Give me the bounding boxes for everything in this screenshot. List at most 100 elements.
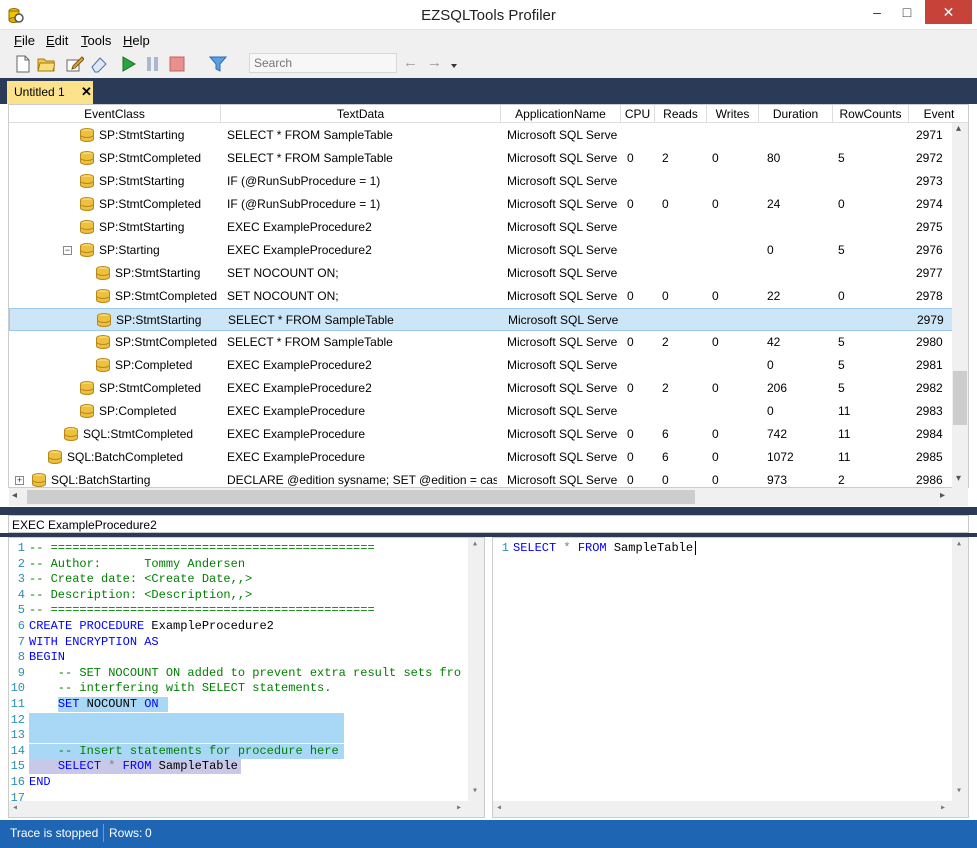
scroll-left-icon[interactable]: ◂ <box>496 802 502 814</box>
cell-reads: 0 <box>662 289 669 303</box>
cell-writes: 0 <box>712 335 719 349</box>
line-number: 5 <box>17 603 25 618</box>
left-editor-horizontal-scrollbar[interactable]: ◂ ▸ <box>9 801 484 817</box>
table-row[interactable]: SQL:StmtCompleted EXEC ExampleProcedure Mi… <box>9 423 954 446</box>
table-row[interactable]: − SP:Starting EXEC ExampleProcedure2 Micros… <box>9 239 954 262</box>
scroll-up-icon[interactable]: ▴ <box>472 538 478 550</box>
pause-icon[interactable] <box>144 55 162 73</box>
eraser-icon[interactable] <box>90 55 108 73</box>
grid-horizontal-scroll-thumb[interactable] <box>27 490 695 504</box>
cell-event: 2975 <box>916 220 943 234</box>
back-arrow-icon[interactable]: ← <box>403 54 418 71</box>
open-folder-icon[interactable] <box>37 55 55 73</box>
column-header-duration[interactable]: Duration <box>759 105 833 123</box>
left-editor-vertical-scrollbar[interactable]: ▴ ▾ <box>468 538 484 801</box>
cell-app: Microsoft SQL Serve <box>507 427 617 441</box>
scroll-right-icon[interactable]: ▸ <box>940 490 945 501</box>
stop-icon[interactable] <box>168 55 186 73</box>
table-row[interactable]: SP:Completed EXEC ExampleProcedure2 Micros… <box>9 354 954 377</box>
pane-splitter[interactable] <box>0 507 977 515</box>
cell-app: Microsoft SQL Serve <box>507 243 617 257</box>
table-row[interactable]: SP:Completed EXEC ExampleProcedure Microso… <box>9 400 954 423</box>
search-input[interactable] <box>249 53 397 73</box>
document-tab-strip: Untitled 1 ✕ <box>0 78 977 104</box>
cell-rowcounts: 5 <box>838 243 845 257</box>
code-line: -- =====================================… <box>29 603 375 618</box>
maximize-button[interactable]: □ <box>892 0 922 24</box>
grid-horizontal-scrollbar[interactable]: ◂ ▸ <box>9 488 968 506</box>
scroll-left-icon[interactable]: ◂ <box>12 490 17 501</box>
menu-help[interactable]: Help <box>123 33 150 48</box>
scroll-left-icon[interactable]: ◂ <box>12 802 18 814</box>
table-row[interactable]: SP:StmtCompleted SELECT * FROM SampleTabl… <box>9 147 954 170</box>
code-line: CREATE PROCEDURE ExampleProcedure2 <box>29 619 274 633</box>
cell-duration: 0 <box>767 358 774 372</box>
minimize-button[interactable]: – <box>862 0 892 24</box>
table-row[interactable]: + SQL:BatchStarting DECLARE @edition sysna… <box>9 469 954 487</box>
menu-file[interactable]: File <box>14 33 35 48</box>
table-row[interactable]: SP:StmtCompleted SELECT * FROM SampleTabl… <box>9 331 954 354</box>
column-header-textdata[interactable]: TextData <box>221 105 501 123</box>
table-row[interactable]: SP:StmtCompleted EXEC ExampleProcedure2 Mi… <box>9 377 954 400</box>
menu-edit[interactable]: Edit <box>46 33 68 48</box>
right-editor-horizontal-scrollbar[interactable]: ◂ ▸ <box>493 801 968 817</box>
close-button[interactable]: ✕ <box>925 0 972 24</box>
column-header-rowcounts[interactable]: RowCounts <box>833 105 909 123</box>
play-icon[interactable] <box>119 55 137 73</box>
cell-textdata: SELECT * FROM SampleTable <box>227 335 393 349</box>
table-row[interactable]: SP:StmtStarting SELECT * FROM SampleTable… <box>9 308 954 331</box>
cell-eventclass: SP:Completed <box>115 358 193 372</box>
table-row[interactable]: SP:StmtStarting SET NOCOUNT ON; Microsoft … <box>9 262 954 285</box>
menu-bar: File Edit Tools Help <box>0 30 977 50</box>
database-icon <box>80 174 94 189</box>
table-row[interactable]: SP:StmtStarting IF (@RunSubProcedure = 1)… <box>9 170 954 193</box>
tab-untitled-1[interactable]: Untitled 1 ✕ <box>7 81 93 104</box>
collapse-node-icon[interactable]: − <box>63 246 72 255</box>
table-row[interactable]: SP:StmtCompleted IF (@RunSubProcedure = 1… <box>9 193 954 216</box>
forward-arrow-icon[interactable]: → <box>427 54 442 71</box>
menu-tools[interactable]: Tools <box>81 33 111 48</box>
rows-count: 0 <box>145 826 152 840</box>
cell-eventclass: SQL:BatchCompleted <box>67 450 184 464</box>
statement-editor[interactable]: 1 SELECT * FROM SampleTable ▴ ▾ ◂ ▸ <box>492 537 969 818</box>
scroll-up-icon[interactable]: ▴ <box>956 123 961 134</box>
scroll-down-icon[interactable]: ▾ <box>956 785 962 797</box>
toolbar-overflow-icon[interactable] <box>450 62 458 70</box>
scroll-right-icon[interactable]: ▸ <box>940 802 946 814</box>
table-row[interactable]: SP:StmtStarting EXEC ExampleProcedure2 Mic… <box>9 216 954 239</box>
cell-textdata: EXEC ExampleProcedure2 <box>227 381 372 395</box>
edit-icon[interactable] <box>66 55 84 73</box>
column-header-reads[interactable]: Reads <box>655 105 707 123</box>
procedure-source-editor[interactable]: 1 -- ====================================… <box>8 537 485 818</box>
line-number: 8 <box>17 650 25 665</box>
column-header-eventclass[interactable]: EventClass <box>9 105 221 123</box>
table-row[interactable]: SP:StmtCompleted SET NOCOUNT ON; Microsoft… <box>9 285 954 308</box>
column-header-event[interactable]: Event <box>909 105 968 123</box>
line-number: 11 <box>10 697 25 711</box>
new-file-icon[interactable] <box>14 55 32 73</box>
column-header-cpu[interactable]: CPU <box>621 105 655 123</box>
cell-duration: 24 <box>767 197 781 211</box>
cell-eventclass: SP:StmtStarting <box>99 220 185 234</box>
grid-vertical-scrollbar[interactable]: ▴ ▾ <box>952 123 968 488</box>
tab-close-icon[interactable]: ✕ <box>81 84 92 100</box>
scroll-up-icon[interactable]: ▴ <box>956 538 962 550</box>
expand-node-icon[interactable]: + <box>15 476 24 485</box>
database-icon <box>80 128 94 143</box>
column-header-writes[interactable]: Writes <box>707 105 759 123</box>
table-row[interactable]: SQL:BatchCompleted EXEC ExampleProcedure M… <box>9 446 954 469</box>
right-editor-vertical-scrollbar[interactable]: ▴ ▾ <box>952 538 968 801</box>
cell-cpu: 0 <box>627 335 634 349</box>
cell-rowcounts: 11 <box>838 450 851 464</box>
grid-vertical-scroll-thumb[interactable] <box>953 371 967 425</box>
cell-duration: 80 <box>767 151 781 165</box>
filter-icon[interactable] <box>209 55 227 73</box>
code-line: -- Create date: <Create Date,,> <box>29 572 253 587</box>
table-row[interactable]: SP:StmtStarting SELECT * FROM SampleTable… <box>9 124 954 147</box>
column-header-applicationname[interactable]: ApplicationName <box>501 105 621 123</box>
scroll-down-icon[interactable]: ▾ <box>956 473 961 484</box>
cell-textdata: SET NOCOUNT ON; <box>227 289 339 303</box>
cell-eventclass: SQL:StmtCompleted <box>83 427 194 441</box>
scroll-right-icon[interactable]: ▸ <box>456 802 462 814</box>
scroll-down-icon[interactable]: ▾ <box>472 785 478 797</box>
